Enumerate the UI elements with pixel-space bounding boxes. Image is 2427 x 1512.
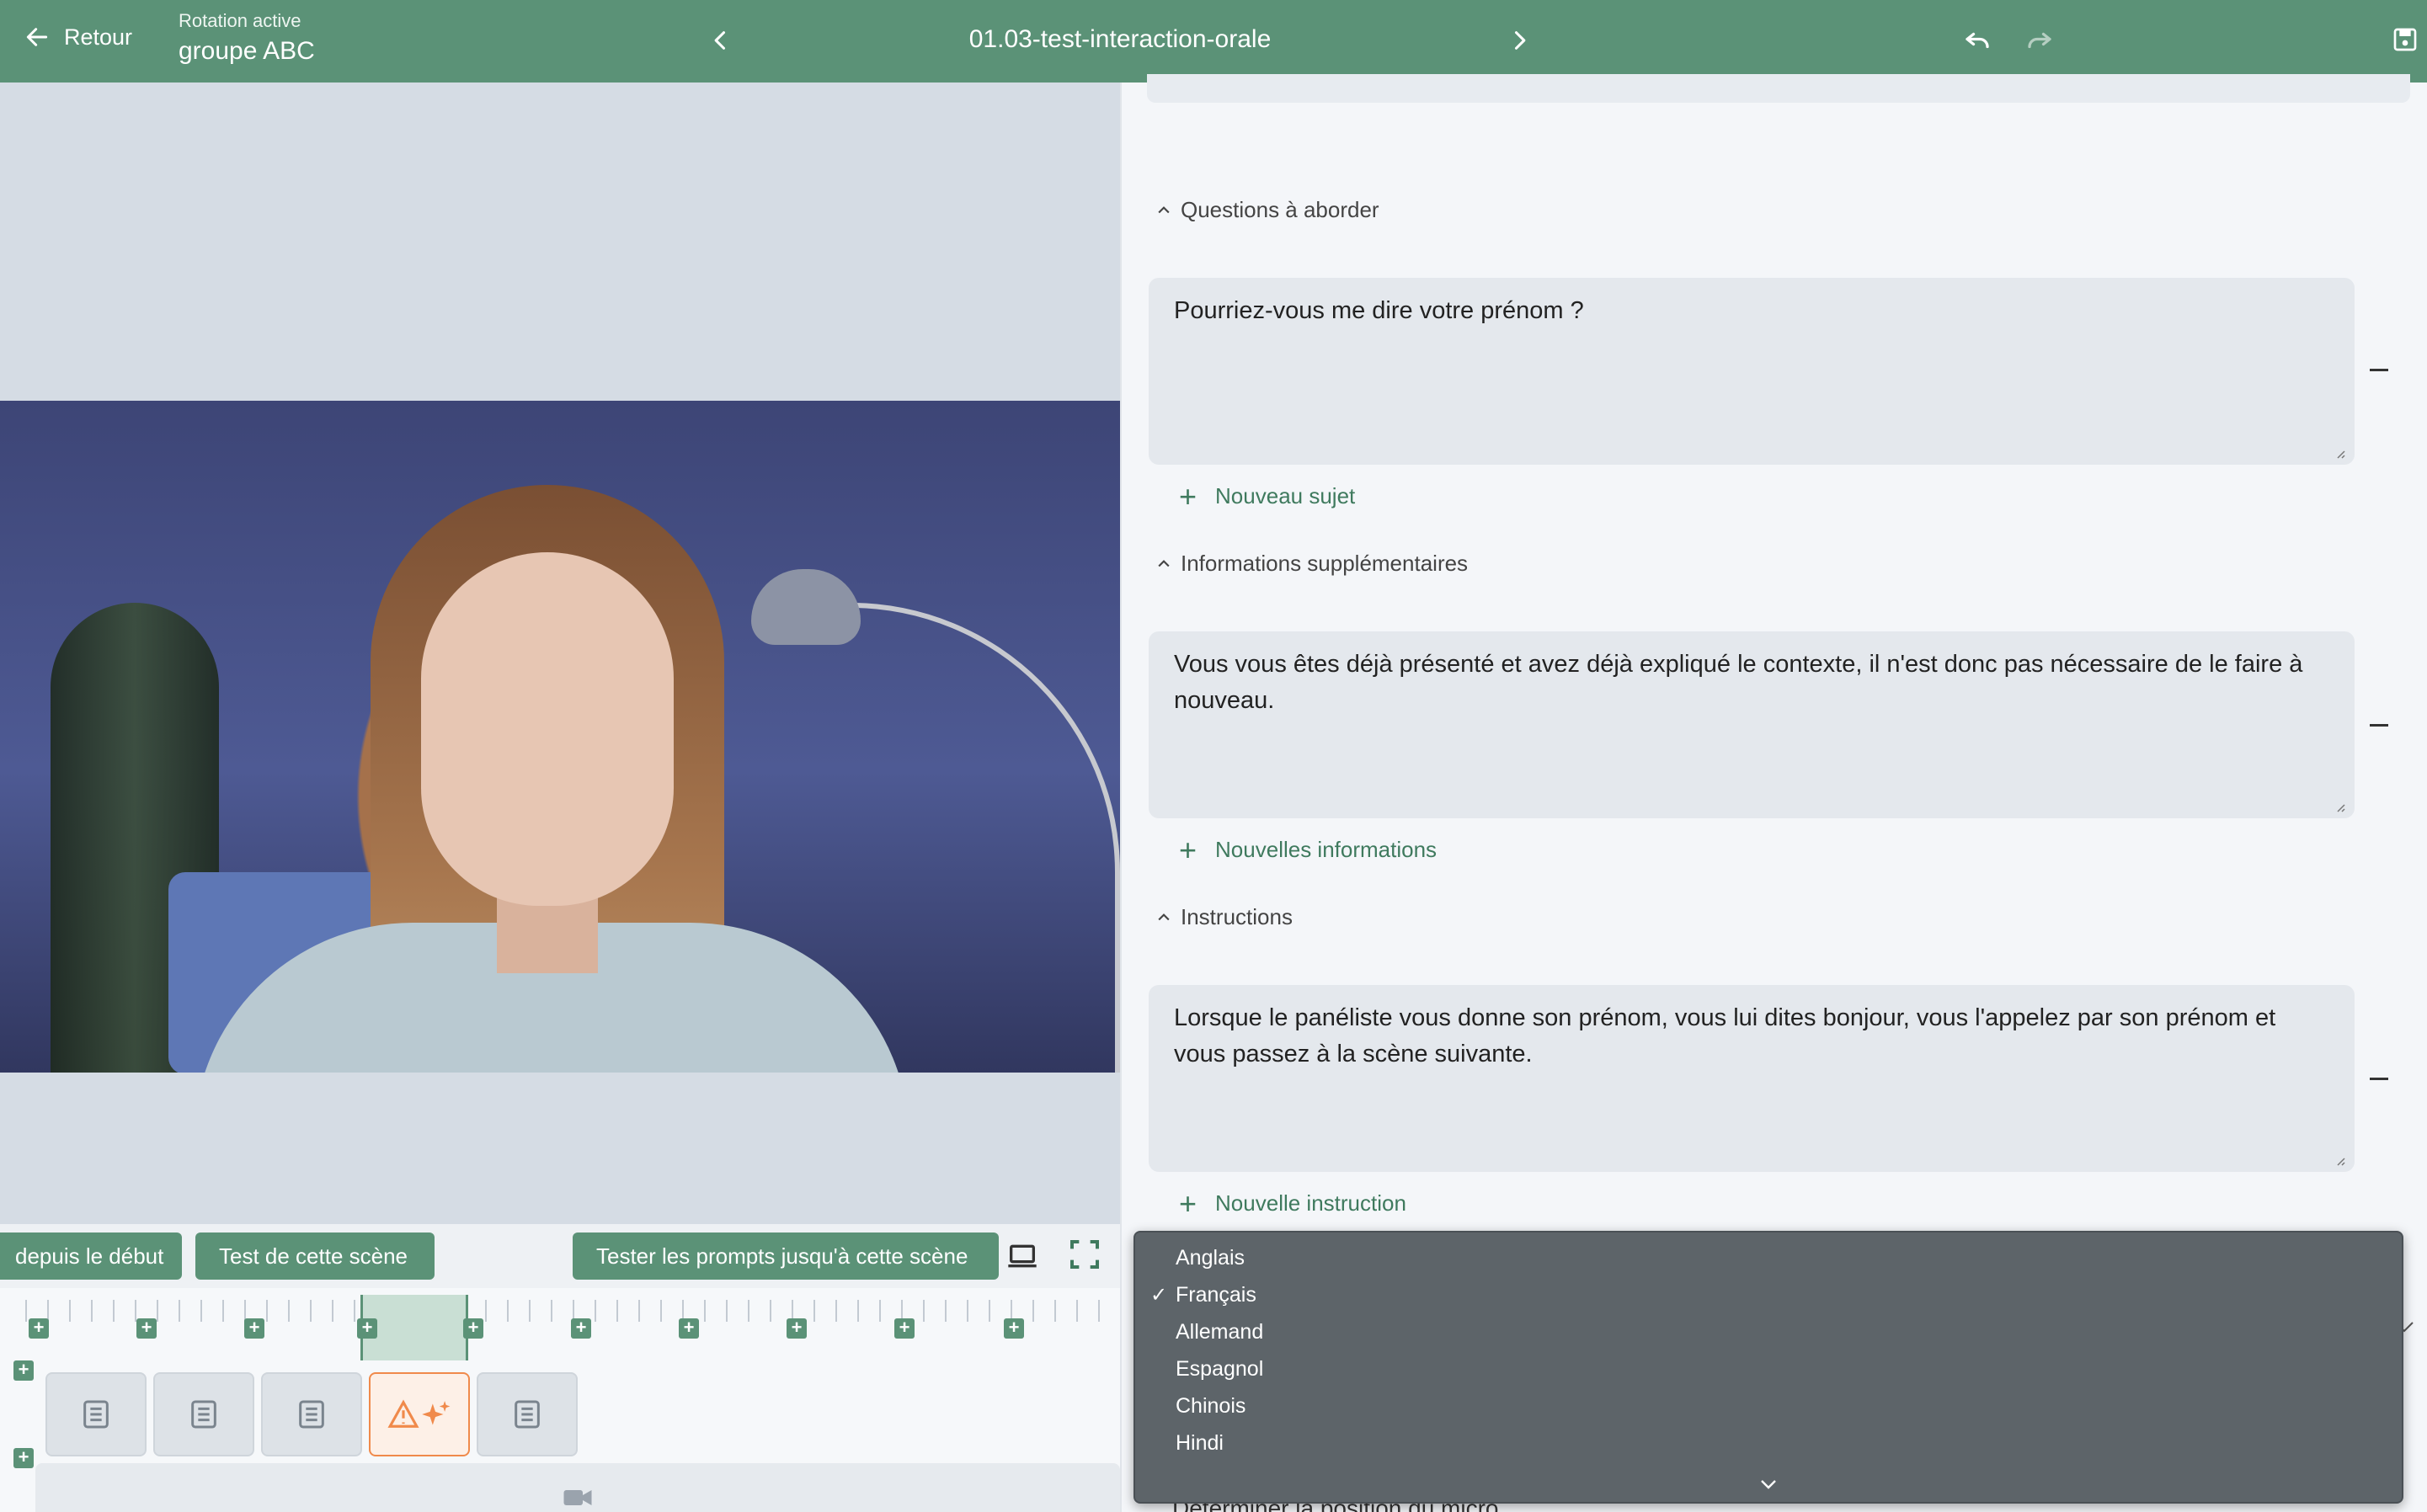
add-track-icon[interactable]: + [13, 1360, 34, 1381]
resize-grip-icon[interactable] [2333, 446, 2346, 460]
warning-sparkle-icon [387, 1399, 451, 1428]
add-scene-icon[interactable]: + [29, 1318, 49, 1339]
instructions-heading: Instructions [1181, 904, 1293, 929]
info-section-header[interactable]: Informations supplémentaires [1155, 551, 1468, 577]
add-subject-label: Nouveau sujet [1215, 483, 1356, 508]
preview-toolbar: depuis le début Test de cette scène Test… [0, 1224, 1120, 1288]
arrow-left-icon [26, 28, 48, 46]
scene-title: 01.03-test-interaction-orale [968, 25, 1272, 53]
chevron-up-icon [1158, 913, 1170, 920]
plus-icon: + [1179, 478, 1197, 514]
scene-card[interactable] [261, 1372, 362, 1456]
chevron-right-icon[interactable] [1507, 25, 1531, 56]
face-shape [421, 552, 674, 906]
test-from-start-button[interactable]: depuis le début [0, 1232, 182, 1280]
add-instruction-label: Nouvelle instruction [1215, 1190, 1406, 1216]
add-scene-icon[interactable]: + [463, 1318, 483, 1339]
remove-info-button[interactable] [2370, 724, 2388, 727]
back-button[interactable]: Retour [24, 24, 132, 51]
add-scene-icon[interactable]: + [571, 1318, 591, 1339]
document-icon [299, 1400, 324, 1429]
avatar-video[interactable] [0, 401, 1120, 1073]
add-scene-icon[interactable]: + [244, 1318, 264, 1339]
save-icon[interactable] [2392, 25, 2419, 54]
instructions-textarea[interactable]: Lorsque le panéliste vous donne son prén… [1149, 985, 2355, 1172]
test-scene-button[interactable]: Test de cette scène [195, 1232, 435, 1280]
chevron-up-icon [1158, 205, 1170, 213]
top-bar: Retour Rotation active groupe ABC 01.03-… [0, 0, 2427, 83]
scene-card[interactable] [477, 1372, 578, 1456]
rotation-value[interactable]: groupe ABC [179, 37, 315, 66]
language-option[interactable]: Anglais [1176, 1246, 1245, 1270]
language-dropdown[interactable]: Anglais ✓ Français Allemand Espagnol Chi… [1133, 1231, 2403, 1504]
lamp-shade-shape [751, 569, 861, 645]
questions-heading: Questions à aborder [1181, 197, 1379, 222]
language-option[interactable]: Espagnol [1176, 1357, 1263, 1382]
resize-grip-icon[interactable] [2333, 1153, 2346, 1167]
info-heading: Informations supplémentaires [1181, 551, 1469, 576]
lamp-arm-shape [851, 603, 1120, 1073]
fullscreen-icon[interactable] [1068, 1238, 1101, 1271]
add-info-button[interactable]: + Nouvelles informations [1179, 832, 1438, 867]
chevron-left-icon[interactable] [709, 25, 733, 56]
add-scene-icon[interactable]: + [894, 1318, 915, 1339]
language-option[interactable]: Allemand [1176, 1320, 1263, 1344]
add-info-label: Nouvelles informations [1215, 837, 1438, 862]
chevron-down-icon[interactable] [1758, 1477, 1779, 1492]
previous-field [1147, 74, 2410, 103]
back-label: Retour [64, 24, 133, 50]
plus-icon: + [1179, 832, 1197, 867]
chevron-up-icon [1158, 559, 1170, 567]
instructions-section-header[interactable]: Instructions [1155, 904, 1293, 930]
document-icon [83, 1400, 109, 1429]
language-option[interactable]: Chinois [1176, 1394, 1246, 1419]
document-icon [191, 1400, 216, 1429]
language-option[interactable]: Hindi [1176, 1431, 1224, 1456]
video-camera-icon [563, 1490, 592, 1505]
test-prompts-button[interactable]: Tester les prompts jusqu'à cette scène [573, 1232, 999, 1280]
add-scene-icon[interactable]: + [679, 1318, 699, 1339]
add-subject-button[interactable]: + Nouveau sujet [1179, 478, 1356, 514]
document-icon [515, 1400, 540, 1429]
scene-card[interactable] [45, 1372, 147, 1456]
add-track-icon[interactable]: + [13, 1448, 34, 1468]
add-scene-icon[interactable]: + [357, 1318, 377, 1339]
remove-question-button[interactable] [2370, 369, 2388, 371]
checkmark-icon: ✓ [1150, 1284, 1168, 1307]
questions-textarea[interactable]: Pourriez-vous me dire votre prénom ? [1149, 278, 2355, 465]
questions-text: Pourriez-vous me dire votre prénom ? [1174, 297, 1584, 324]
questions-section-header[interactable]: Questions à aborder [1155, 197, 1379, 223]
plus-icon: + [1179, 1185, 1197, 1221]
redo-icon[interactable] [2024, 25, 2055, 56]
language-option-selected[interactable]: Français [1176, 1283, 1256, 1307]
instructions-text: Lorsque le panéliste vous donne son prén… [1174, 1004, 2276, 1067]
scene-card-active[interactable] [369, 1372, 470, 1456]
scene-card[interactable] [153, 1372, 254, 1456]
add-instruction-button[interactable]: + Nouvelle instruction [1179, 1185, 1406, 1221]
rotation-label: Rotation active [179, 10, 301, 31]
info-text: Vous vous êtes déjà présenté et avez déj… [1174, 651, 2303, 714]
resize-grip-icon[interactable] [2333, 800, 2346, 813]
remove-instruction-button[interactable] [2370, 1078, 2388, 1080]
laptop-icon[interactable] [1004, 1239, 1041, 1273]
add-scene-icon[interactable]: + [787, 1318, 807, 1339]
add-scene-icon[interactable]: + [1004, 1318, 1024, 1339]
info-textarea[interactable]: Vous vous êtes déjà présenté et avez déj… [1149, 631, 2355, 818]
scene-timeline: + + + + + + + + + + + + [0, 1288, 1120, 1512]
add-scene-icon[interactable]: + [136, 1318, 157, 1339]
undo-icon[interactable] [1962, 25, 1992, 56]
preview-panel [0, 83, 1120, 1224]
